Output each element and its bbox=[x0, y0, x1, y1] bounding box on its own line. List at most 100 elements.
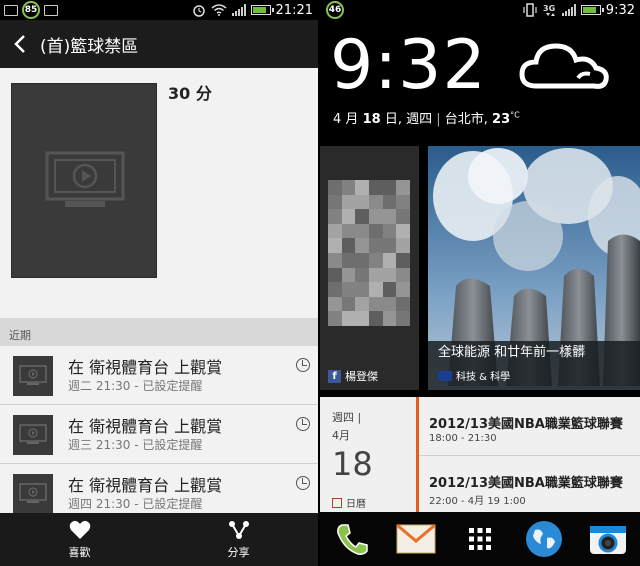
photo-pixel bbox=[355, 267, 369, 283]
date-weekday: , 週四 bbox=[397, 112, 433, 127]
calendar-weekday: 週四 | bbox=[332, 411, 362, 424]
city-name: 台北市, bbox=[444, 112, 488, 127]
camera-app-icon[interactable] bbox=[588, 519, 628, 559]
heart-icon bbox=[69, 520, 90, 539]
reminder-clock-icon[interactable] bbox=[296, 476, 310, 490]
film-icon bbox=[4, 4, 18, 16]
chevron-left-icon bbox=[14, 35, 25, 53]
photo-pixel bbox=[355, 296, 369, 312]
photo-pixel bbox=[328, 311, 342, 326]
photo-pixel bbox=[382, 267, 397, 283]
reminder-clock-icon[interactable] bbox=[296, 417, 310, 431]
action-bar: (首)籃球禁區 bbox=[0, 20, 318, 68]
photo-pixel bbox=[341, 223, 356, 239]
calendar-event[interactable]: 2012/13美國NBA職業籃球聯賽 22:00 - 4月 19 1:00 bbox=[419, 455, 640, 512]
photo-pixel bbox=[396, 223, 410, 239]
photo-pixel bbox=[355, 223, 369, 239]
photo-pixel bbox=[382, 311, 397, 326]
notification-count-badge: 46 bbox=[326, 1, 344, 19]
photo-pixel bbox=[369, 253, 383, 268]
photo-pixel bbox=[369, 282, 383, 297]
globe-icon bbox=[526, 521, 562, 557]
photo-pixel bbox=[328, 238, 342, 253]
facebook-icon: f bbox=[328, 369, 341, 383]
wifi-icon bbox=[211, 4, 227, 16]
program-thumbnail bbox=[13, 474, 53, 514]
photo-pixel bbox=[341, 282, 356, 297]
like-button[interactable]: 喜歡 bbox=[0, 513, 159, 566]
photo-pixel bbox=[369, 223, 383, 239]
calendar-date-block: 週四 | 4月 18 日曆 bbox=[320, 397, 416, 512]
tv-placeholder-icon bbox=[19, 365, 47, 385]
back-button[interactable] bbox=[0, 20, 40, 68]
photo-pixel bbox=[341, 253, 356, 268]
date-weather-line: 4 月 18 日, 週四 | 台北市, 23°C bbox=[333, 110, 520, 127]
mail-app-icon[interactable] bbox=[396, 519, 436, 559]
browser-app-icon[interactable] bbox=[524, 519, 564, 559]
news-headline: 全球能源 和廿年前一樣髒 bbox=[438, 345, 586, 360]
vibrate-icon bbox=[523, 3, 537, 17]
photo-pixel bbox=[341, 267, 356, 283]
photo-pixel bbox=[382, 209, 397, 224]
mail-icon bbox=[396, 524, 436, 554]
photo-pixel bbox=[328, 296, 342, 312]
news-source-row: 科技 & 科學 bbox=[438, 368, 510, 383]
photo-pixel bbox=[341, 311, 356, 326]
photo-pixel bbox=[328, 180, 342, 195]
news-tile[interactable]: 全球能源 和廿年前一樣髒 科技 & 科學 bbox=[428, 146, 640, 390]
photo-pixel bbox=[369, 238, 383, 253]
like-label: 喜歡 bbox=[68, 545, 91, 559]
photo-pixel bbox=[355, 209, 369, 224]
photo-pixel bbox=[396, 311, 410, 326]
temperature-value: 23 bbox=[492, 112, 511, 127]
photo-pixel bbox=[328, 194, 342, 210]
photo-pixel bbox=[328, 209, 342, 224]
photo-pixel bbox=[355, 238, 369, 253]
event-title: 2012/13美國NBA職業籃球聯賽 bbox=[429, 476, 623, 491]
app-drawer-button[interactable] bbox=[460, 519, 500, 559]
cloudy-weather-icon[interactable] bbox=[518, 34, 610, 94]
calendar-event[interactable]: 2012/13美國NBA職業籃球聯賽 18:00 - 21:30 bbox=[419, 397, 640, 454]
news-source-logo bbox=[438, 370, 452, 381]
calendar-label-row: 日曆 bbox=[332, 495, 366, 510]
list-item[interactable]: 在 衛視體育台 上觀賞 週二 21:30 - 已設定提醒 bbox=[0, 346, 318, 405]
status-bar: 85 21:21 bbox=[0, 0, 318, 20]
photo-pixel bbox=[341, 180, 356, 195]
calendar-day: 18 bbox=[332, 445, 373, 483]
page-title: (首)籃球禁區 bbox=[40, 36, 139, 57]
list-item-subtitle: 週四 21:30 - 已設定提醒 bbox=[68, 497, 203, 511]
clock-widget-time[interactable]: 9:32 bbox=[330, 26, 487, 105]
signal-icon bbox=[561, 4, 576, 16]
photo-pixel bbox=[396, 194, 410, 210]
reminder-clock-icon[interactable] bbox=[296, 358, 310, 372]
photo-pixel bbox=[328, 267, 342, 283]
phone-app-icon[interactable] bbox=[332, 519, 372, 559]
photo-pixel bbox=[396, 282, 410, 297]
pixelated-photo bbox=[328, 180, 410, 326]
calendar-widget[interactable]: 週四 | 4月 18 日曆 2012/13美國NBA職業籃球聯賽 18:00 -… bbox=[320, 397, 640, 512]
photo-pixel bbox=[382, 194, 397, 210]
list-item[interactable]: 在 衛視體育台 上觀賞 週三 21:30 - 已設定提醒 bbox=[0, 405, 318, 464]
date-day-unit: 日 bbox=[384, 112, 398, 127]
photo-pixel bbox=[382, 296, 397, 312]
share-icon bbox=[228, 520, 249, 539]
status-bar: 46 3G 9:32 bbox=[320, 0, 640, 20]
calendar-month: 4月 bbox=[332, 429, 350, 442]
notification-count-badge: 85 bbox=[22, 1, 40, 19]
photo-pixel bbox=[382, 223, 397, 239]
photo-pixel bbox=[396, 253, 410, 268]
battery-icon bbox=[580, 5, 604, 15]
date-month-unit: 月 bbox=[345, 112, 359, 127]
photo-pixel bbox=[328, 223, 342, 239]
social-person-tile[interactable]: f 楊登傑 bbox=[320, 146, 419, 390]
bottom-action-bar: 喜歡 分享 bbox=[0, 513, 318, 566]
share-button[interactable]: 分享 bbox=[159, 513, 318, 566]
list-item-title: 在 衛視體育台 上觀賞 bbox=[68, 358, 223, 377]
photo-pixel bbox=[355, 282, 369, 297]
photo-pixel bbox=[396, 238, 410, 253]
app-dock bbox=[320, 512, 640, 566]
tv-placeholder-icon bbox=[19, 483, 47, 503]
event-time: 22:00 - 4月 19 1:00 bbox=[429, 496, 526, 507]
3g-data-icon: 3G bbox=[543, 4, 555, 16]
temperature-unit: °C bbox=[510, 110, 520, 120]
